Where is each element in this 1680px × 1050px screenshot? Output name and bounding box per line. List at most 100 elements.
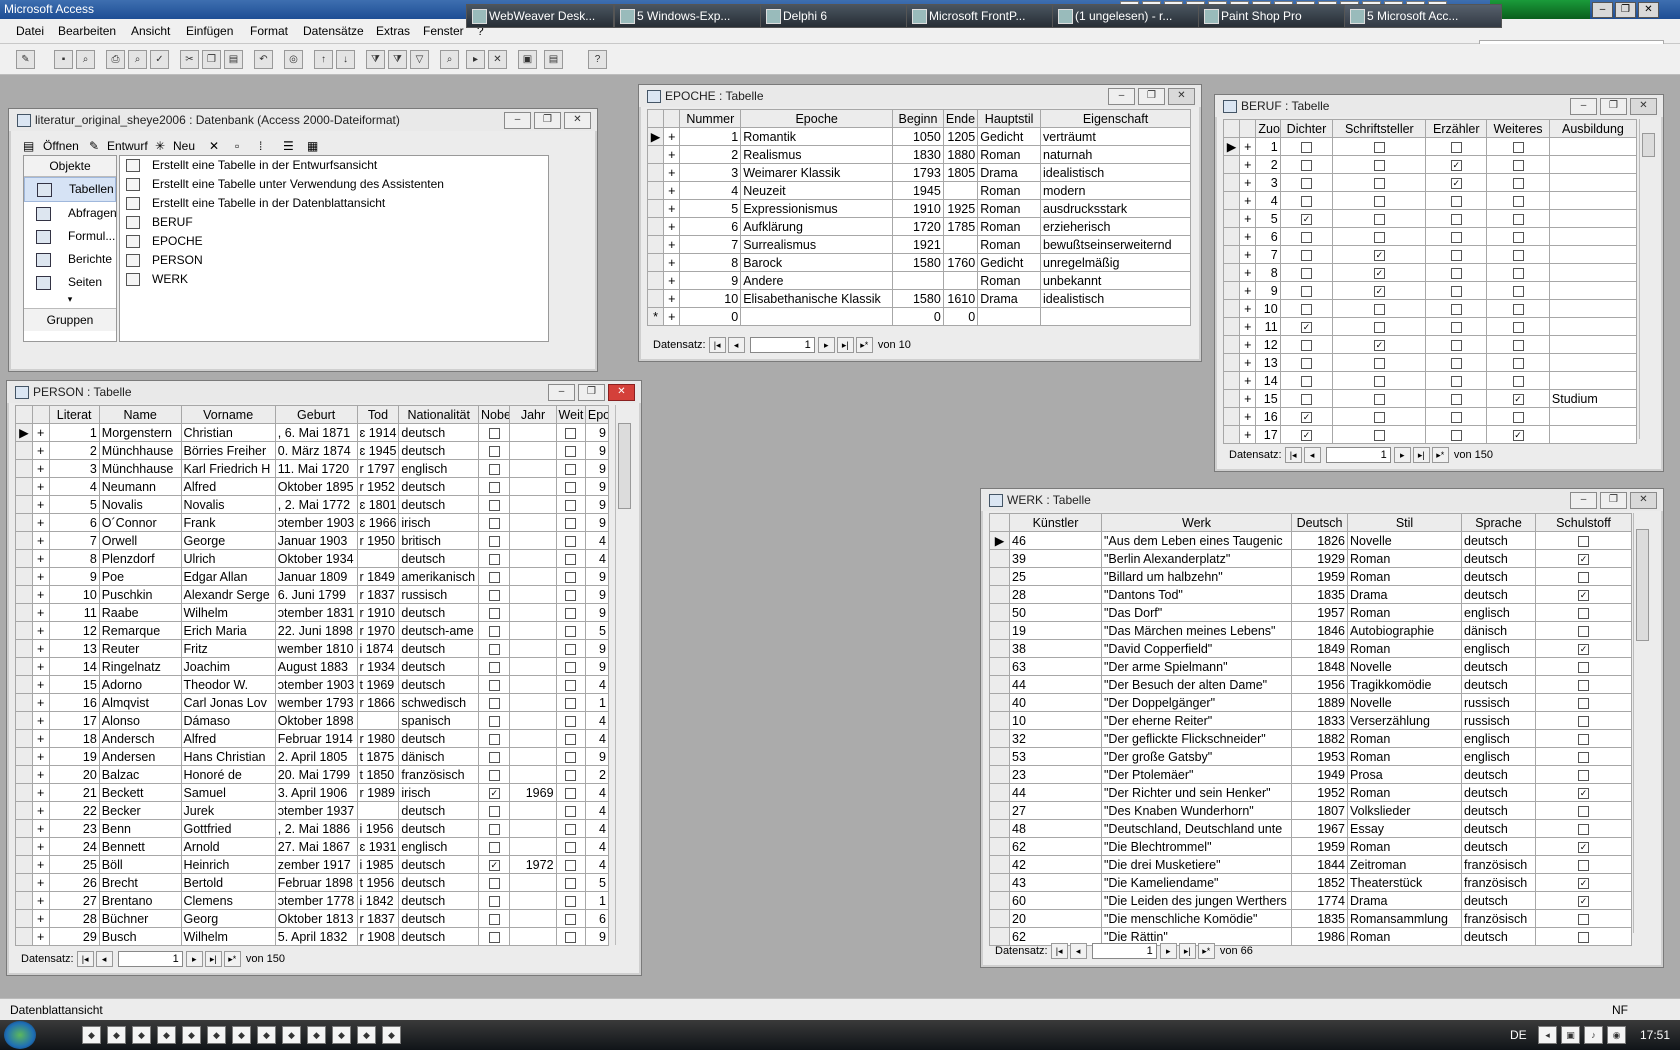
table-cell[interactable]: Alfred — [180, 477, 276, 496]
close-icon[interactable]: ✕ — [564, 112, 591, 129]
checkbox[interactable] — [1512, 213, 1524, 225]
table-cell[interactable]: 20. Mai 1799 — [274, 765, 358, 784]
table-row[interactable]: +28 Büchner Georg Oktober 1813 r 1837 deutsch… — [15, 909, 610, 928]
table-cell[interactable]: Beckett — [98, 783, 182, 802]
beruf-vertical-scrollbar[interactable] — [1639, 119, 1656, 439]
table-row[interactable]: +10 Puschkin Alexandr Serge 6. Juni 1799 r 1… — [15, 585, 610, 604]
table-cell[interactable]: Fritz — [180, 639, 276, 658]
table-cell[interactable]: Gottfried — [180, 819, 276, 838]
table-cell[interactable]: deutsch — [398, 729, 480, 748]
table-cell[interactable] — [1548, 281, 1638, 300]
row-selector[interactable] — [1222, 173, 1241, 192]
table-cell[interactable] — [977, 307, 1042, 326]
col-header[interactable]: Epo — [584, 405, 610, 424]
cut-icon[interactable]: ✂ — [180, 50, 199, 69]
table-cell[interactable]: 29 — [48, 927, 100, 946]
row-selector[interactable] — [15, 585, 33, 604]
table-cell[interactable]: ✓ — [1486, 389, 1550, 408]
table-cell[interactable]: französisch — [1461, 873, 1536, 892]
first-record-icon[interactable]: |◂ — [708, 337, 726, 353]
col-header[interactable]: Stil — [1347, 513, 1462, 532]
table-cell[interactable]: "Der geflickte Flickschneider" — [1101, 729, 1292, 748]
table-cell[interactable]: George — [180, 531, 276, 550]
list-item[interactable]: PERSON — [120, 251, 548, 270]
row-selector[interactable] — [15, 873, 33, 892]
table-cell[interactable]: irisch — [398, 783, 480, 802]
table-cell[interactable]: Almqvist — [98, 693, 182, 712]
small-icons-icon[interactable]: ⁞ — [259, 139, 262, 153]
table-cell[interactable]: 40 — [1009, 693, 1102, 712]
table-cell[interactable]: i 1874 — [356, 639, 400, 658]
table-cell[interactable] — [478, 621, 511, 640]
table-cell[interactable] — [509, 585, 557, 604]
table-cell[interactable]: "Der Ptolemäer" — [1101, 765, 1292, 784]
table-cell[interactable]: 3. April 1906 — [274, 783, 358, 802]
table-cell[interactable] — [555, 927, 586, 946]
checkbox[interactable] — [565, 697, 577, 709]
table-cell[interactable]: ✓ — [1279, 407, 1334, 426]
table-cell[interactable]: 5 — [1255, 209, 1281, 228]
table-cell[interactable]: 1835 — [1291, 909, 1348, 928]
row-selector[interactable] — [1222, 263, 1241, 282]
last-record-icon[interactable]: ▸| — [204, 951, 222, 967]
table-cell[interactable] — [1548, 227, 1638, 246]
col-header[interactable]: Nobe — [478, 405, 511, 424]
table-cell[interactable]: deutsch — [398, 603, 480, 622]
table-cell[interactable]: 1805 — [942, 163, 979, 182]
print-icon[interactable]: ⎙ — [106, 50, 125, 69]
table-cell[interactable] — [1425, 281, 1488, 300]
table-row[interactable]: +12 Remarque Erich Maria 22. Juni 1898 r 197… — [15, 621, 610, 640]
table-cell[interactable] — [1548, 335, 1638, 354]
col-header[interactable]: Beginn — [892, 109, 944, 128]
table-row[interactable]: +12 ✓ — [1222, 335, 1638, 354]
table-cell[interactable]: 5 — [584, 621, 610, 640]
checkbox[interactable] — [488, 535, 500, 547]
checkbox[interactable] — [565, 787, 577, 799]
table-cell[interactable] — [555, 459, 586, 478]
table-cell[interactable]: deutsch — [1461, 765, 1536, 784]
table-cell[interactable]: 14 — [1255, 371, 1281, 390]
minimize-icon[interactable]: – — [1570, 98, 1597, 115]
last-record-icon[interactable]: ▸| — [836, 337, 854, 353]
table-cell[interactable]: 20 — [1009, 909, 1102, 928]
table-cell[interactable]: 0 — [892, 307, 944, 326]
checkbox[interactable] — [1300, 159, 1312, 171]
table-cell[interactable]: naturnah — [1040, 145, 1191, 164]
checkbox[interactable] — [1512, 303, 1524, 315]
row-selector[interactable] — [1222, 317, 1241, 336]
row-selector[interactable] — [989, 639, 1010, 658]
table-cell[interactable]: 1830 — [892, 145, 944, 164]
table-cell[interactable]: 1844 — [1291, 855, 1348, 874]
table-cell[interactable] — [1548, 173, 1638, 192]
table-cell[interactable]: , 2. Mai 1772 — [274, 495, 358, 514]
taskbar-item[interactable]: WebWeaver Desk... — [466, 4, 614, 28]
table-cell[interactable]: ✓ — [1535, 639, 1632, 658]
col-header[interactable]: Erzähler — [1425, 119, 1488, 138]
menu-bearbeiten[interactable]: Bearbeiten — [58, 24, 116, 38]
table-cell[interactable]: englisch — [1461, 603, 1536, 622]
new-record-icon[interactable]: ▸* — [1431, 447, 1449, 463]
table-cell[interactable]: r 1950 — [356, 531, 400, 550]
table-cell[interactable]: Surrealismus — [740, 235, 894, 254]
table-cell[interactable]: 5 — [679, 199, 742, 218]
expand-icon[interactable]: + — [663, 163, 681, 182]
table-cell[interactable]: 28 — [1009, 585, 1102, 604]
table-cell[interactable]: 5. April 1832 — [274, 927, 358, 946]
checkbox[interactable] — [565, 733, 577, 745]
checkbox[interactable] — [488, 571, 500, 583]
row-selector[interactable] — [1222, 407, 1241, 426]
checkbox[interactable] — [1450, 141, 1462, 153]
list-item[interactable]: BERUF — [120, 213, 548, 232]
delete-record-icon[interactable]: ✕ — [488, 50, 507, 69]
checkbox[interactable] — [565, 643, 577, 655]
row-selector[interactable] — [989, 783, 1010, 802]
table-row[interactable]: +4 Neumann Alfred Oktober 1895 r 1952 deutsch… — [15, 477, 610, 496]
table-cell[interactable]: "Deutschland, Deutschland unte — [1101, 819, 1292, 838]
table-cell[interactable]: 4 — [584, 675, 610, 694]
table-cell[interactable]: r 1866 — [356, 693, 400, 712]
table-row[interactable]: * +0 0 0 — [646, 307, 1191, 326]
table-cell[interactable]: 1921 — [892, 235, 944, 254]
table-cell[interactable]: ɛ 1914 — [356, 423, 400, 442]
table-cell[interactable] — [555, 531, 586, 550]
table-row[interactable]: +14 — [1222, 371, 1638, 390]
